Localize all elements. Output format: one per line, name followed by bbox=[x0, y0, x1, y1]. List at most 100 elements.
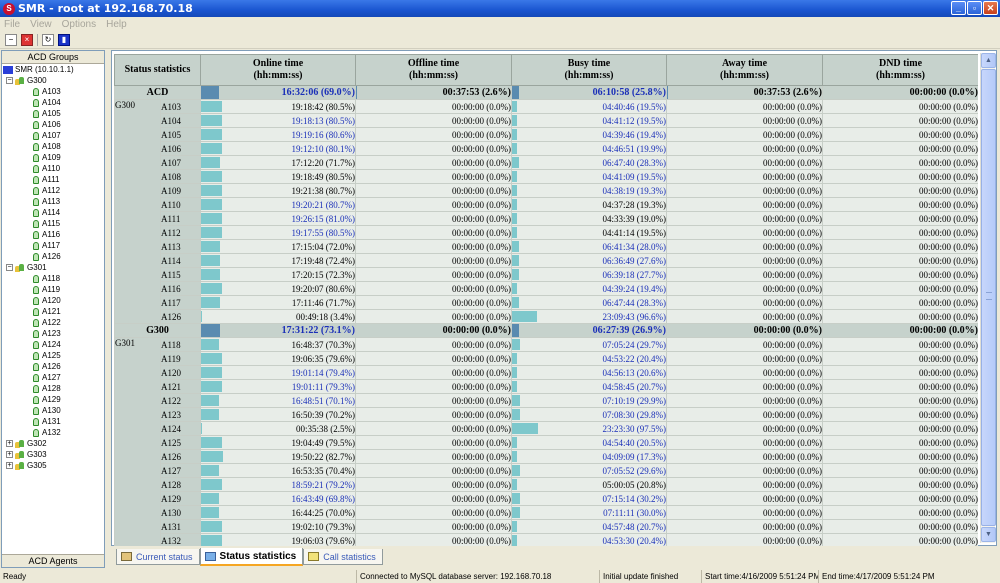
expand-icon[interactable]: + bbox=[6, 462, 13, 469]
tree-agent-a114[interactable]: A114 bbox=[2, 207, 104, 218]
tree-group-g300[interactable]: − G300 bbox=[2, 75, 104, 86]
table-row[interactable]: A109 19:21:38 (80.7%) 00:00:00 (0.0%) 04:38… bbox=[115, 183, 978, 198]
tree-agent-a122[interactable]: A122 bbox=[2, 317, 104, 328]
maximize-button[interactable]: ▫ bbox=[967, 1, 982, 15]
tree-agent-a127[interactable]: A127 bbox=[2, 372, 104, 383]
collapse-icon[interactable]: − bbox=[5, 33, 17, 46]
tab-status-statistics[interactable]: Status statistics bbox=[199, 548, 304, 566]
table-row[interactable]: A131 19:02:10 (79.3%) 00:00:00 (0.0%) 04:57… bbox=[115, 519, 978, 534]
tree-agent-a118[interactable]: A118 bbox=[2, 273, 104, 284]
tree-agent-a130[interactable]: A130 bbox=[2, 405, 104, 416]
column-header-offline[interactable]: Offline time (hh:mm:ss) bbox=[355, 54, 512, 86]
acd-summary-row[interactable]: ACD 16:32:06 (69.0%) 00:37:53 (2.6%) 06:10:… bbox=[114, 85, 978, 100]
table-row[interactable]: A130 16:44:25 (70.0%) 00:00:00 (0.0%) 07:11… bbox=[115, 505, 978, 520]
menu-view[interactable]: View bbox=[30, 19, 52, 30]
column-header-dnd[interactable]: DND time (hh:mm:ss) bbox=[822, 54, 978, 86]
acd-agents-footer[interactable]: ACD Agents bbox=[2, 554, 104, 567]
table-row[interactable]: A129 16:43:49 (69.8%) 00:00:00 (0.0%) 07:15… bbox=[115, 491, 978, 506]
table-row[interactable]: A117 17:11:46 (71.7%) 00:00:00 (0.0%) 06:47… bbox=[115, 295, 978, 310]
tree-agent-a110[interactable]: A110 bbox=[2, 163, 104, 174]
table-row[interactable]: A115 17:20:15 (72.3%) 00:00:00 (0.0%) 06:39… bbox=[115, 267, 978, 282]
tree-agent-a108[interactable]: A108 bbox=[2, 141, 104, 152]
menu-file[interactable]: File bbox=[4, 19, 20, 30]
table-row[interactable]: A111 19:26:15 (81.0%) 00:00:00 (0.0%) 04:33… bbox=[115, 211, 978, 226]
tree-agent-a105[interactable]: A105 bbox=[2, 108, 104, 119]
column-header-away[interactable]: Away time (hh:mm:ss) bbox=[666, 54, 823, 86]
tree-agent-a120[interactable]: A120 bbox=[2, 295, 104, 306]
table-row[interactable]: A132 19:06:03 (79.6%) 00:00:00 (0.0%) 04:53… bbox=[115, 533, 978, 546]
table-row[interactable]: A126 00:49:18 (3.4%) 00:00:00 (0.0%) 23:09:… bbox=[115, 309, 978, 324]
collapse-icon[interactable]: − bbox=[6, 77, 13, 84]
tree-agent-a123[interactable]: A123 bbox=[2, 328, 104, 339]
tree-agent-a128[interactable]: A128 bbox=[2, 383, 104, 394]
tree-agent-a129[interactable]: A129 bbox=[2, 394, 104, 405]
refresh-icon[interactable]: ↻ bbox=[42, 33, 54, 46]
tree-agent-a126[interactable]: A126 bbox=[2, 361, 104, 372]
tree-group-g301[interactable]: − G301 bbox=[2, 262, 104, 273]
tree-agent-a113[interactable]: A113 bbox=[2, 196, 104, 207]
collapse-icon[interactable]: − bbox=[6, 264, 13, 271]
tree-agent-a112[interactable]: A112 bbox=[2, 185, 104, 196]
menu-help[interactable]: Help bbox=[106, 19, 127, 30]
tree-agent-a111[interactable]: A111 bbox=[2, 174, 104, 185]
column-header-online[interactable]: Online time (hh:mm:ss) bbox=[200, 54, 356, 86]
tree-agent-a126[interactable]: A126 bbox=[2, 251, 104, 262]
tree-agent-a121[interactable]: A121 bbox=[2, 306, 104, 317]
close-button[interactable]: ✕ bbox=[983, 1, 998, 15]
table-row[interactable]: A121 19:01:11 (79.3%) 00:00:00 (0.0%) 04:58… bbox=[115, 379, 978, 394]
statistics-icon[interactable]: ▮ bbox=[58, 33, 70, 46]
tree-agent-a124[interactable]: A124 bbox=[2, 339, 104, 350]
tree-group-g303[interactable]: + G303 bbox=[2, 449, 104, 460]
tree-root[interactable]: SMR (10.10.1.1) bbox=[2, 64, 104, 75]
table-row[interactable]: A108 19:18:49 (80.5%) 00:00:00 (0.0%) 04:41… bbox=[115, 169, 978, 184]
table-row[interactable]: A127 16:53:35 (70.4%) 00:00:00 (0.0%) 07:05… bbox=[115, 463, 978, 478]
expand-icon[interactable]: + bbox=[6, 451, 13, 458]
table-row[interactable]: A124 00:35:38 (2.5%) 00:00:00 (0.0%) 23:23:… bbox=[115, 421, 978, 436]
tree-agent-a107[interactable]: A107 bbox=[2, 130, 104, 141]
table-row[interactable]: A106 19:12:10 (80.1%) 00:00:00 (0.0%) 04:46… bbox=[115, 141, 978, 156]
table-row[interactable]: A114 17:19:48 (72.4%) 00:00:00 (0.0%) 06:36… bbox=[115, 253, 978, 268]
table-row[interactable]: G301 A118 16:48:37 (70.3%) 00:00:00 (0.0%) 0… bbox=[114, 337, 978, 546]
tree-agent-a116[interactable]: A116 bbox=[2, 229, 104, 240]
table-row[interactable]: A110 19:20:21 (80.7%) 00:00:00 (0.0%) 04:37… bbox=[115, 197, 978, 212]
tree-agent-a106[interactable]: A106 bbox=[2, 119, 104, 130]
tree-agent-a119[interactable]: A119 bbox=[2, 284, 104, 295]
scroll-up-icon[interactable]: ▲ bbox=[981, 53, 996, 68]
tree-group-g305[interactable]: + G305 bbox=[2, 460, 104, 471]
table-row[interactable]: A104 19:18:13 (80.5%) 00:00:00 (0.0%) 04:41… bbox=[115, 113, 978, 128]
tree-agent-a115[interactable]: A115 bbox=[2, 218, 104, 229]
tree-agent-a109[interactable]: A109 bbox=[2, 152, 104, 163]
tree-agent-a132[interactable]: A132 bbox=[2, 427, 104, 438]
menu-options[interactable]: Options bbox=[62, 19, 96, 30]
table-row[interactable]: A107 17:12:20 (71.7%) 00:00:00 (0.0%) 06:47… bbox=[115, 155, 978, 170]
table-row[interactable]: A105 19:19:16 (80.6%) 00:00:00 (0.0%) 04:39… bbox=[115, 127, 978, 142]
column-header-busy[interactable]: Busy time (hh:mm:ss) bbox=[511, 54, 667, 86]
tab-call-statistics[interactable]: Call statistics bbox=[303, 549, 383, 565]
expand-icon[interactable]: + bbox=[6, 440, 13, 447]
table-row[interactable]: A123 16:50:39 (70.2%) 00:00:00 (0.0%) 07:08… bbox=[115, 407, 978, 422]
table-row[interactable]: A119 19:06:35 (79.6%) 00:00:00 (0.0%) 04:53… bbox=[115, 351, 978, 366]
tree-agent-a131[interactable]: A131 bbox=[2, 416, 104, 427]
table-row[interactable]: A116 19:20:07 (80.6%) 00:00:00 (0.0%) 04:39… bbox=[115, 281, 978, 296]
tab-current-status[interactable]: Current status bbox=[116, 549, 200, 565]
vertical-scrollbar[interactable]: ▲ ▼ bbox=[980, 53, 996, 543]
tree-agent-a103[interactable]: A103 bbox=[2, 86, 104, 97]
tree-agent-a104[interactable]: A104 bbox=[2, 97, 104, 108]
tree-agent-a125[interactable]: A125 bbox=[2, 350, 104, 361]
disconnect-icon[interactable]: × bbox=[21, 33, 33, 46]
minimize-button[interactable]: _ bbox=[951, 1, 966, 15]
busy-time-cell: 04:57:48 (20.7%) bbox=[511, 519, 667, 534]
table-row[interactable]: A113 17:15:04 (72.0%) 00:00:00 (0.0%) 06:41… bbox=[115, 239, 978, 254]
table-row[interactable]: G300 A103 19:18:42 (80.5%) 00:00:00 (0.0%) 0… bbox=[114, 99, 978, 324]
table-row[interactable]: A120 19:01:14 (79.4%) 00:00:00 (0.0%) 04:56… bbox=[115, 365, 978, 380]
table-row[interactable]: A128 18:59:21 (79.2%) 00:00:00 (0.0%) 05:00… bbox=[115, 477, 978, 492]
tree-agent-a117[interactable]: A117 bbox=[2, 240, 104, 251]
table-row[interactable]: A122 16:48:51 (70.1%) 00:00:00 (0.0%) 07:10… bbox=[115, 393, 978, 408]
table-row[interactable]: A126 19:50:22 (82.7%) 00:00:00 (0.0%) 04:09… bbox=[115, 449, 978, 464]
group-summary-row[interactable]: G300 17:31:22 (73.1%) 00:00:00 (0.0%) 06:27… bbox=[114, 323, 978, 338]
scroll-thumb[interactable] bbox=[981, 69, 996, 526]
scroll-down-icon[interactable]: ▼ bbox=[981, 527, 996, 542]
table-row[interactable]: A112 19:17:55 (80.5%) 00:00:00 (0.0%) 04:41… bbox=[115, 225, 978, 240]
tree-group-g302[interactable]: + G302 bbox=[2, 438, 104, 449]
table-row[interactable]: A125 19:04:49 (79.5%) 00:00:00 (0.0%) 04:54… bbox=[115, 435, 978, 450]
